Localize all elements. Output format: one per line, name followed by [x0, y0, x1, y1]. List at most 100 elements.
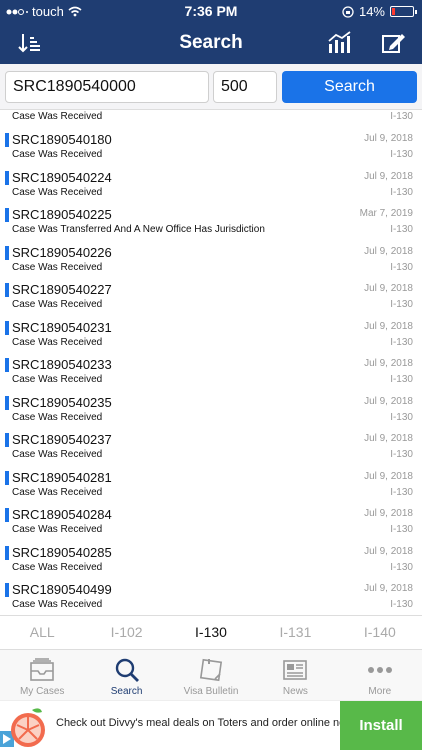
- case-status: Case Was Received: [12, 524, 103, 535]
- case-row[interactable]: SRC1890540226 Jul 9, 2018 Case Was Receive…: [0, 240, 422, 278]
- sticky-note-icon: [197, 656, 225, 684]
- battery-percent: 14%: [358, 4, 385, 19]
- case-status: Case Was Received: [12, 261, 103, 273]
- case-date: Jul 9, 2018: [364, 508, 413, 519]
- case-status: Case Was Received: [12, 336, 103, 348]
- status-bar: touch 7:36 PM 14%: [0, 0, 422, 22]
- compose-icon[interactable]: [380, 30, 408, 56]
- app-screen: touch 7:36 PM 14% Search SRC1890540000 5…: [0, 0, 422, 750]
- row-accent-bar: [5, 208, 9, 222]
- case-number: SRC1890540285: [12, 544, 112, 560]
- case-row[interactable]: SRC1890540231 Jul 9, 2018 Case Was Receive…: [0, 315, 422, 353]
- case-number: SRC1890540180: [12, 132, 112, 147]
- filter-i-130[interactable]: I-130: [169, 616, 253, 649]
- case-number-input[interactable]: SRC1890540000: [5, 71, 209, 103]
- orientation-lock-icon: [342, 5, 354, 18]
- ad-banner[interactable]: Check out Divvy's meal deals on Toters a…: [0, 700, 422, 750]
- case-row[interactable]: SRC1890540499 Jul 9, 2018 Case Was Receive…: [0, 577, 422, 615]
- row-accent-bar: [5, 245, 9, 260]
- row-accent-bar: [5, 320, 9, 335]
- grapefruit-logo-icon: [11, 708, 45, 747]
- case-row[interactable]: SRC1890540285 Jul 9, 2018 Case Was Receive…: [0, 540, 422, 578]
- tab-visa-bulletin[interactable]: Visa Bulletin: [169, 650, 253, 700]
- case-status: Case Was Received: [12, 299, 103, 310]
- case-number: SRC1890540281: [12, 469, 112, 485]
- more-dots-icon: [366, 656, 394, 684]
- tab-more[interactable]: More: [338, 650, 422, 700]
- row-accent-bar: [5, 283, 9, 297]
- count-input[interactable]: 500: [213, 71, 277, 103]
- case-row[interactable]: SRC1890540180 Jul 9, 2018 Case Was Receive…: [0, 127, 422, 165]
- case-status: Case Was Received: [12, 186, 103, 198]
- case-form: I-130: [390, 411, 413, 423]
- case-status: Case Was Received: [12, 149, 103, 160]
- search-icon: [113, 656, 141, 684]
- battery-icon: [390, 6, 417, 17]
- status-right: 14%: [342, 4, 417, 19]
- row-accent-bar: [5, 395, 9, 410]
- install-button[interactable]: Install: [340, 701, 422, 750]
- case-date: Jul 9, 2018: [364, 170, 413, 182]
- case-number: SRC1890540226: [12, 244, 112, 260]
- tab-label: Visa Bulletin: [183, 686, 239, 697]
- case-number: SRC1890540224: [12, 169, 112, 185]
- case-row[interactable]: SRC1890540237 Jul 9, 2018 Case Was Receive…: [0, 427, 422, 465]
- nav-bar: Search: [0, 22, 422, 64]
- case-date: Jul 9, 2018: [364, 358, 413, 369]
- chart-icon[interactable]: [326, 30, 354, 56]
- ad-text: Check out Divvy's meal deals on Toters a…: [56, 717, 357, 729]
- case-form: I-130: [390, 561, 413, 573]
- case-status: Case Was Received: [12, 111, 103, 122]
- case-number: SRC1890540235: [12, 394, 112, 410]
- tab-label: Search: [110, 686, 143, 697]
- search-bar: SRC1890540000 500 Search: [0, 64, 422, 110]
- tab-label: More: [368, 686, 392, 697]
- case-status: Case Was Received: [12, 374, 103, 385]
- case-row[interactable]: SRC1890540281 Jul 9, 2018 Case Was Receive…: [0, 465, 422, 503]
- search-button[interactable]: Search: [282, 71, 417, 103]
- case-form: I-130: [390, 299, 413, 310]
- case-date: Jul 9, 2018: [364, 433, 413, 444]
- tab-label: My Cases: [19, 686, 65, 697]
- row-accent-bar: [5, 545, 9, 560]
- case-form: I-130: [390, 524, 413, 535]
- row-accent-bar: [5, 470, 9, 485]
- filter-i-131[interactable]: I-131: [253, 616, 337, 649]
- case-form: I-130: [390, 374, 413, 385]
- tab-my-cases[interactable]: My Cases: [0, 650, 84, 700]
- row-accent-bar: [5, 433, 9, 447]
- case-row[interactable]: SRC1890540227 Jul 9, 2018 Case Was Receive…: [0, 277, 422, 315]
- row-accent-bar: [5, 170, 9, 185]
- case-row[interactable]: SRC1890540225 Mar 7, 2019 Case Was Transfe…: [0, 202, 422, 240]
- case-list[interactable]: Case Was Received I-130 SRC1890540180 Jul…: [0, 110, 422, 615]
- case-form: I-130: [390, 261, 413, 273]
- case-number: SRC1890540227: [12, 282, 112, 297]
- filter-i-102[interactable]: I-102: [84, 616, 168, 649]
- row-accent-bar: [5, 508, 9, 522]
- case-row[interactable]: SRC1890540224 Jul 9, 2018 Case Was Receive…: [0, 165, 422, 203]
- case-row[interactable]: SRC1890540284 Jul 9, 2018 Case Was Receive…: [0, 502, 422, 540]
- case-date: Jul 9, 2018: [364, 320, 413, 332]
- case-form: I-130: [390, 336, 413, 348]
- case-number: SRC1890540237: [12, 432, 112, 447]
- case-number: SRC1890540284: [12, 507, 112, 522]
- case-form: I-130: [390, 486, 413, 498]
- case-status: Case Was Received: [12, 486, 103, 498]
- case-status: Case Was Received: [12, 411, 103, 423]
- case-row[interactable]: SRC1890540233 Jul 9, 2018 Case Was Receive…: [0, 352, 422, 390]
- case-status: Case Was Received: [12, 561, 103, 573]
- tab-search[interactable]: Search: [84, 650, 168, 700]
- case-date: Jul 9, 2018: [364, 395, 413, 407]
- filter-all[interactable]: ALL: [0, 616, 84, 649]
- case-date: Mar 7, 2019: [359, 208, 413, 219]
- tab-bar: My Cases Search Visa Bulletin News More: [0, 650, 422, 700]
- tab-news[interactable]: News: [253, 650, 337, 700]
- filter-i-140[interactable]: I-140: [338, 616, 422, 649]
- case-form: I-130: [390, 149, 413, 160]
- inbox-icon: [28, 656, 56, 684]
- case-date: Jul 9, 2018: [364, 470, 413, 482]
- case-row-partial[interactable]: Case Was Received I-130: [0, 110, 422, 127]
- row-accent-bar: [5, 358, 9, 372]
- case-form: I-130: [390, 224, 413, 235]
- case-row[interactable]: SRC1890540235 Jul 9, 2018 Case Was Receive…: [0, 390, 422, 428]
